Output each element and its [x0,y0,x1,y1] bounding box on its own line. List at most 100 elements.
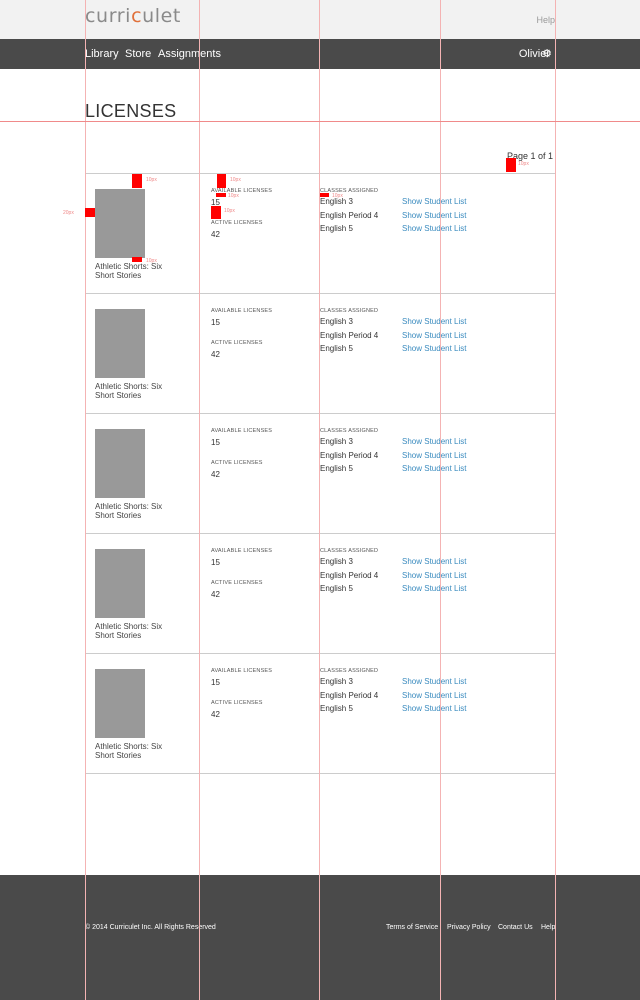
nav-store[interactable]: Store [125,48,151,60]
show-student-list-link[interactable]: Show Student List [402,677,466,686]
book-title[interactable]: Athletic Shorts: Six Short Stories [95,622,175,640]
active-licenses-label: ACTIVE LICENSES [211,700,263,706]
spacing-marker [506,158,516,172]
logo-text: curri [85,5,132,27]
show-student-list-link[interactable]: Show Student List [402,584,466,593]
class-name: English Period 4 [320,330,379,340]
show-student-list-link[interactable]: Show Student List [402,464,466,473]
top-bar: curriculet Help [0,0,640,39]
spacing-label: 10px [224,208,235,214]
footer-help-link[interactable]: Help [541,924,555,931]
license-row: Athletic Shorts: Six Short Stories AVAILA… [85,414,555,534]
logo-text-accent: c [131,5,143,27]
spacing-marker [132,257,142,262]
guide-line [555,0,556,1000]
spacing-marker [132,174,142,188]
show-student-list-link[interactable]: Show Student List [402,331,466,340]
book-cover[interactable] [95,669,145,738]
license-row: Athletic Shorts: Six Short Stories AVAILA… [85,534,555,654]
classes-assigned-label: CLASSES ASSIGNED [320,548,379,554]
show-student-list-link[interactable]: Show Student List [402,704,466,713]
guide-line [85,0,86,1000]
available-licenses-value: 15 [211,678,220,687]
spacing-label: 10px [230,177,241,183]
show-student-list-link[interactable]: Show Student List [402,691,466,700]
book-title[interactable]: Athletic Shorts: Six Short Stories [95,502,175,520]
active-licenses-value: 42 [211,590,220,599]
spacing-label: 10px [228,193,239,199]
spacing-label: 10px [146,177,157,183]
show-student-list-link[interactable]: Show Student List [402,224,466,233]
classes-assigned-label: CLASSES ASSIGNED [320,308,379,314]
available-licenses-value: 15 [211,318,220,327]
active-licenses-label: ACTIVE LICENSES [211,580,263,586]
show-student-list-link[interactable]: Show Student List [402,571,466,580]
copyright: © 2014 Curriculet Inc. All Rights Reserv… [85,924,216,931]
book-cover[interactable] [95,549,145,618]
active-licenses-value: 42 [211,350,220,359]
nav-library[interactable]: Library [85,48,119,60]
class-name: English Period 4 [320,210,379,220]
book-cover[interactable] [95,309,145,378]
show-student-list-link[interactable]: Show Student List [402,344,466,353]
available-licenses-label: AVAILABLE LICENSES [211,668,273,674]
class-name: English 5 [320,704,353,713]
class-name: English Period 4 [320,450,379,460]
spacing-label: 20px [63,210,74,216]
guide-line [319,0,320,1000]
show-student-list-link[interactable]: Show Student List [402,437,466,446]
class-name: English 5 [320,464,353,473]
class-name: English 5 [320,224,353,233]
available-licenses-value: 15 [211,558,220,567]
classes-assigned-label: CLASSES ASSIGNED [320,668,379,674]
book-cover[interactable] [95,429,145,498]
class-name: English 3 [320,317,353,326]
class-name: English 3 [320,677,353,686]
footer-terms-link[interactable]: Terms of Service [386,924,438,931]
page-title: LICENSES [85,101,177,121]
class-name: English 3 [320,437,353,446]
book-title[interactable]: Athletic Shorts: Six Short Stories [95,262,175,280]
show-student-list-link[interactable]: Show Student List [402,211,466,220]
spacing-marker [85,208,95,217]
spacing-marker [211,206,221,219]
footer-privacy-link[interactable]: Privacy Policy [447,924,491,931]
available-licenses-label: AVAILABLE LICENSES [211,308,273,314]
gear-icon[interactable]: ⚙ [542,47,552,60]
license-row: Athletic Shorts: Six Short Stories AVAILA… [85,174,555,294]
footer-contact-link[interactable]: Contact Us [498,924,533,931]
main-nav: Library Store Assignments Olivier ⚙ [0,39,640,69]
class-name: English Period 4 [320,690,379,700]
show-student-list-link[interactable]: Show Student List [402,317,466,326]
classes-assigned-label: CLASSES ASSIGNED [320,428,379,434]
class-name: English 5 [320,584,353,593]
show-student-list-link[interactable]: Show Student List [402,197,466,206]
active-licenses-label: ACTIVE LICENSES [211,340,263,346]
available-licenses-value: 15 [211,438,220,447]
available-licenses-label: AVAILABLE LICENSES [211,428,273,434]
active-licenses-value: 42 [211,710,220,719]
active-licenses-label: ACTIVE LICENSES [211,460,263,466]
spacing-marker [216,193,226,197]
book-title[interactable]: Athletic Shorts: Six Short Stories [95,382,175,400]
show-student-list-link[interactable]: Show Student List [402,451,466,460]
spacing-label: 10px [332,193,343,199]
class-name: English 3 [320,557,353,566]
spacing-label: 10px [518,161,529,167]
available-licenses-label: AVAILABLE LICENSES [211,548,273,554]
book-title[interactable]: Athletic Shorts: Six Short Stories [95,742,175,760]
footer: © 2014 Curriculet Inc. All Rights Reserv… [0,875,640,1000]
logo-text-end: ulet [142,5,181,27]
book-cover[interactable] [95,189,145,258]
curriculet-logo[interactable]: curriculet [85,5,181,27]
license-row: Athletic Shorts: Six Short Stories AVAILA… [85,654,555,774]
guide-line [199,0,200,1000]
active-licenses-value: 42 [211,230,220,239]
help-link-top[interactable]: Help [536,15,555,25]
spacing-marker [320,193,329,197]
active-licenses-label: ACTIVE LICENSES [211,220,263,226]
show-student-list-link[interactable]: Show Student List [402,557,466,566]
nav-assignments[interactable]: Assignments [158,48,221,60]
guide-line [0,121,640,122]
active-licenses-value: 42 [211,470,220,479]
